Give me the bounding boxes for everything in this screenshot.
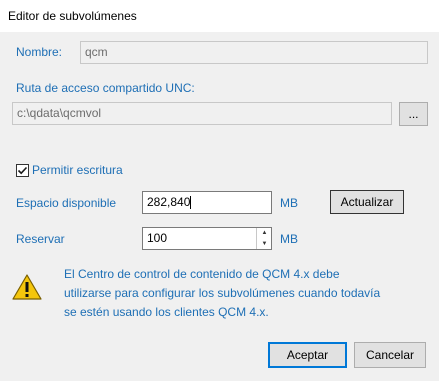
allow-write-checkbox[interactable] xyxy=(16,164,29,177)
reserve-input[interactable]: 100 ▲ ▼ xyxy=(142,227,272,250)
available-space-unit: MB xyxy=(280,196,298,210)
available-space-label: Espacio disponible xyxy=(16,196,117,210)
browse-button[interactable]: ... xyxy=(399,102,428,126)
reserve-spinner: ▲ ▼ xyxy=(256,228,271,249)
available-space-value: 282,840 xyxy=(147,195,191,209)
warning-line: El Centro de control de contenido de QCM… xyxy=(64,267,340,281)
warning-icon xyxy=(12,274,42,300)
ok-button[interactable]: Aceptar xyxy=(268,342,347,368)
refresh-button-label: Actualizar xyxy=(340,195,394,209)
reserve-label: Reservar xyxy=(16,232,65,246)
spin-down-button[interactable]: ▼ xyxy=(257,238,271,249)
ok-button-label: Aceptar xyxy=(286,348,329,362)
warning-message: El Centro de control de contenido de QCM… xyxy=(64,265,424,322)
cancel-button-label: Cancelar xyxy=(365,348,415,362)
name-field[interactable]: qcm xyxy=(80,41,428,64)
spin-up-button[interactable]: ▲ xyxy=(257,228,271,238)
warning-line: utilizarse para configurar los subvolúme… xyxy=(64,286,381,300)
unc-path-field[interactable]: c:\qdata\qcmvol xyxy=(12,102,392,125)
browse-button-label: ... xyxy=(408,107,419,121)
available-space-input[interactable]: 282,840 xyxy=(142,191,272,214)
refresh-button[interactable]: Actualizar xyxy=(330,190,404,214)
warning-line: se estén usando los clientes QCM 4.x. xyxy=(64,305,269,319)
unc-label: Ruta de acceso compartido UNC: xyxy=(16,81,195,95)
name-label: Nombre: xyxy=(16,45,63,59)
reserve-unit: MB xyxy=(280,232,298,246)
title-bar: Editor de subvolúmenes xyxy=(0,0,439,32)
window-title: Editor de subvolúmenes xyxy=(8,9,137,23)
checkmark-icon xyxy=(17,166,28,175)
allow-write-label[interactable]: Permitir escritura xyxy=(32,163,123,177)
cancel-button[interactable]: Cancelar xyxy=(354,342,426,368)
reserve-value: 100 xyxy=(147,231,168,245)
